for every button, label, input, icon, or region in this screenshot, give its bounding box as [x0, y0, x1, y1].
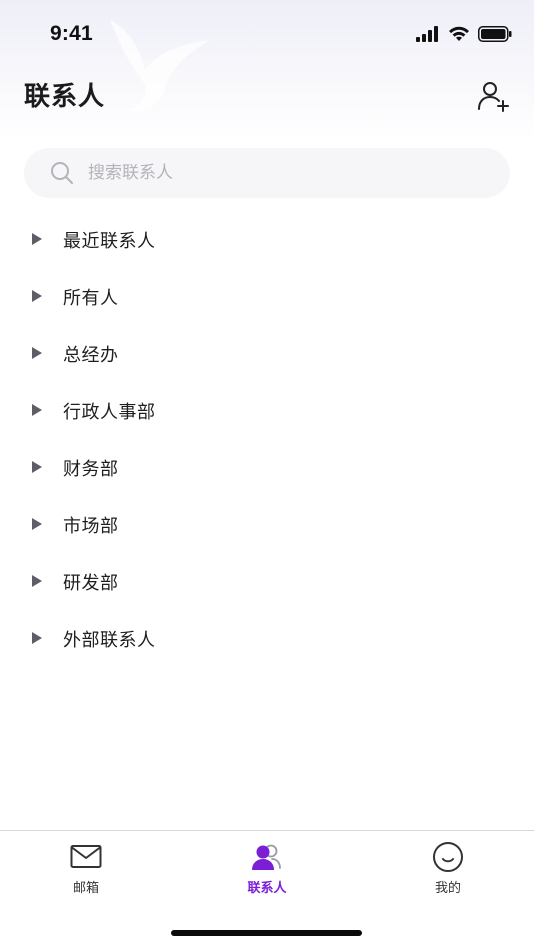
group-label: 所有人	[63, 288, 119, 309]
status-icons	[416, 24, 512, 44]
wifi-icon	[449, 26, 469, 41]
tab-label: 我的	[434, 881, 461, 896]
mail-icon	[70, 841, 102, 873]
group-item-marketing[interactable]: 市场部	[0, 496, 534, 553]
status-bar: 9:41	[0, 0, 534, 70]
search-input[interactable]	[88, 163, 468, 183]
expand-caret-icon	[32, 404, 42, 416]
tab-mailbox[interactable]: 邮箱	[26, 841, 146, 901]
expand-caret-icon	[32, 290, 42, 302]
group-item-external[interactable]: 外部联系人	[0, 610, 534, 667]
group-item-all[interactable]: 所有人	[0, 268, 534, 325]
cellular-signal-icon	[416, 26, 438, 42]
person-add-icon	[478, 82, 509, 112]
tab-contacts[interactable]: 联系人	[207, 841, 327, 901]
group-label: 财务部	[63, 459, 119, 480]
group-item-admin-hr[interactable]: 行政人事部	[0, 382, 534, 439]
title-row: 联系人	[0, 72, 534, 120]
expand-caret-icon	[32, 461, 42, 473]
status-time: 9:41	[50, 22, 93, 45]
add-contact-button[interactable]	[474, 76, 514, 116]
home-indicator	[171, 930, 362, 936]
battery-icon	[478, 26, 512, 42]
group-item-recent[interactable]: 最近联系人	[0, 211, 534, 268]
group-label: 最近联系人	[63, 231, 156, 252]
page-title: 联系人	[24, 82, 106, 112]
expand-caret-icon	[32, 347, 42, 359]
search-bar[interactable]	[24, 148, 510, 198]
search-icon	[51, 162, 73, 184]
group-item-general-office[interactable]: 总经办	[0, 325, 534, 382]
expand-caret-icon	[32, 518, 42, 530]
expand-caret-icon	[32, 632, 42, 644]
expand-caret-icon	[32, 575, 42, 587]
group-item-rnd[interactable]: 研发部	[0, 553, 534, 610]
tab-label: 联系人	[247, 881, 287, 896]
group-item-finance[interactable]: 财务部	[0, 439, 534, 496]
tab-label: 邮箱	[72, 881, 99, 896]
tab-me[interactable]: 我的	[388, 841, 508, 901]
expand-caret-icon	[32, 233, 42, 245]
group-label: 市场部	[63, 516, 119, 537]
group-label: 研发部	[63, 573, 119, 594]
contacts-icon	[250, 841, 284, 873]
group-label: 行政人事部	[63, 402, 156, 423]
smiley-face-icon	[432, 841, 464, 873]
group-label: 外部联系人	[63, 630, 156, 651]
group-label: 总经办	[63, 345, 119, 366]
contact-group-list: 最近联系人 所有人 总经办 行政人事部 财务部 市场部 研发部 外部联系人	[0, 211, 534, 667]
